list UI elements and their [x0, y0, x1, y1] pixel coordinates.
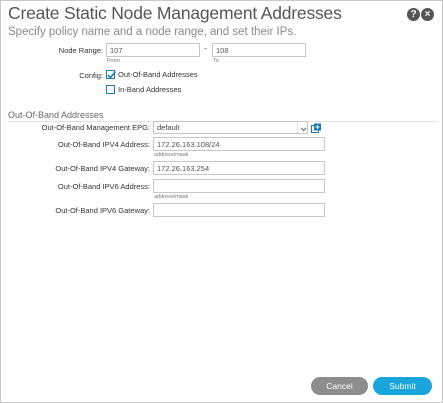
oob-addresses-label: Out-Of-Band Addresses [118, 70, 198, 79]
ipv6-gateway-input[interactable] [153, 203, 325, 217]
ipv4-gateway-input[interactable] [153, 161, 325, 175]
node-range-from-hint: From [107, 58, 120, 64]
ipv6-gateway-label: Out-Of-Band IPV6 Gateway: [55, 206, 150, 215]
submit-button[interactable]: Submit [373, 377, 432, 395]
node-range-to-input[interactable] [212, 43, 306, 57]
ipv6-address-label: Out-Of-Band IPV6 Address: [57, 182, 150, 191]
ipv6-address-input[interactable] [153, 179, 325, 193]
inband-addresses-checkbox[interactable] [106, 85, 115, 94]
create-epg-icon[interactable] [311, 121, 322, 133]
node-range-to-hint: To [213, 58, 219, 64]
oob-epg-select[interactable]: default [153, 121, 308, 134]
oob-epg-label: Out-Of-Band Management EPG: [41, 123, 150, 132]
config-label: Config: [79, 71, 103, 80]
node-range-label: Node Range: [58, 46, 103, 55]
ipv4-address-input[interactable] [153, 137, 325, 151]
ipv4-gateway-label: Out-Of-Band IPV4 Gateway: [55, 164, 150, 173]
chevron-down-icon[interactable] [297, 122, 308, 133]
inband-addresses-label: In-Band Addresses [118, 85, 182, 94]
node-range-from-input[interactable] [106, 43, 200, 57]
create-static-node-mgmt-dialog: Create Static Node Management Addresses … [0, 0, 443, 403]
dialog-subtitle: Specify policy name and a node range, an… [8, 26, 297, 38]
ipv6-address-hint: address/mask [154, 194, 189, 200]
oob-addresses-checkbox[interactable] [106, 70, 117, 79]
node-range-separator: - [204, 43, 207, 53]
ipv4-address-label: Out-Of-Band IPV4 Address: [57, 140, 150, 149]
check-icon [107, 70, 117, 79]
close-icon[interactable]: × [421, 8, 434, 21]
ipv4-address-hint: address/mask [154, 152, 189, 158]
help-icon[interactable]: ? [407, 8, 420, 21]
oob-section-title: Out-Of-Band Addresses [8, 110, 104, 120]
cancel-button[interactable]: Cancel [311, 377, 368, 395]
dialog-title: Create Static Node Management Addresses [8, 3, 342, 23]
